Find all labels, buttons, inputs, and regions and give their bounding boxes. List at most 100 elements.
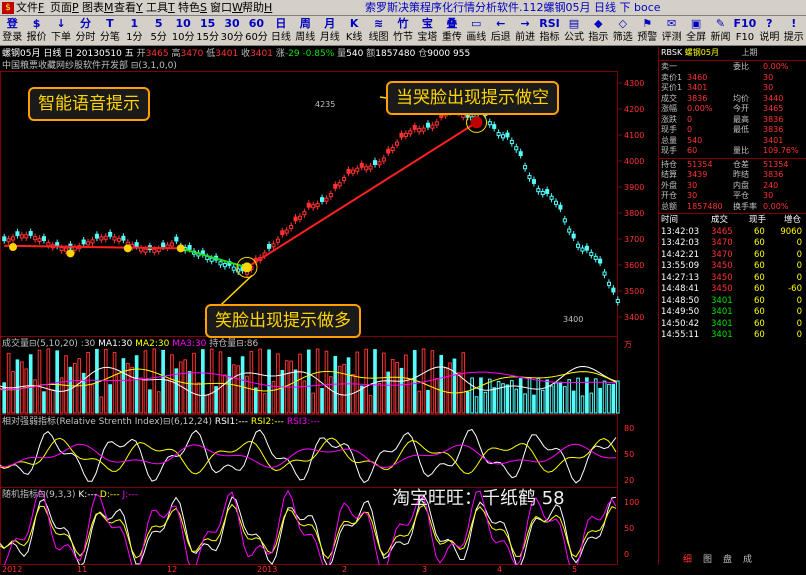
toolbar-button-18[interactable]: 叠重传 <box>440 16 464 46</box>
candle-body <box>218 261 223 266</box>
trade-row[interactable]: 13:42:03 3470 60 0 <box>659 238 806 250</box>
candle-body <box>500 134 506 139</box>
menu-item-5[interactable]: 特色S <box>178 1 207 15</box>
trade-price: 3450 <box>711 272 733 283</box>
toolbar-button-27[interactable]: ✉ 评测 <box>659 16 683 46</box>
toolbar-button-0[interactable]: 登登录 <box>0 16 24 46</box>
toolbar-button-5[interactable]: 1 1分 <box>122 16 146 46</box>
menu-item-1[interactable]: 页面P <box>50 1 79 15</box>
menu-item-4[interactable]: 工具T <box>146 1 175 15</box>
menubar: $ 文件F 页面P 图表M 查看Y 工具T 特色S 窗口W 帮助H 索罗斯决策程序化行情分析软… <box>0 0 806 16</box>
quote-row: 卖一 委比 0.00% <box>659 62 806 73</box>
toolbar-button-10[interactable]: 60 60分 <box>244 16 268 46</box>
trade-row[interactable]: 14:27:13 3450 60 0 <box>659 273 806 285</box>
toolbar-icon: F10 <box>733 17 757 30</box>
volume-bar <box>373 349 377 414</box>
trade-row[interactable]: 14:42:21 3470 60 0 <box>659 250 806 262</box>
menu-label: 特色 <box>178 1 200 14</box>
trade-row[interactable]: 13:42:03 3465 60 9060 <box>659 227 806 239</box>
menu-item-7[interactable]: 帮助H <box>242 1 272 15</box>
panel-tab-0[interactable]: 细 <box>683 555 692 565</box>
smile-face-icon <box>9 243 18 252</box>
toolbar-button-4[interactable]: T 分笔 <box>98 16 122 46</box>
menu-item-2[interactable]: 图表M <box>82 1 114 15</box>
kdj-title: 随机指标 <box>2 490 39 500</box>
panel-tab-2[interactable]: 盘 <box>723 555 732 565</box>
toolbar-button-23[interactable]: ▤ 公式 <box>562 16 586 46</box>
toolbar-button-29[interactable]: ✎ 新闻 <box>708 16 732 46</box>
trade-header: 时间 成交 现手 增仓 <box>659 215 806 227</box>
trade-list[interactable]: 13:42:03 3465 60 9060 13:42:03 3470 60 0 14:42:2… <box>659 227 806 342</box>
toolbar-button-8[interactable]: 15 15分 <box>195 16 219 46</box>
trade-header-vol: 现手 <box>749 215 767 225</box>
panel-tab-3[interactable]: 成 <box>743 555 752 565</box>
toolbar-button-16[interactable]: 竹竹节 <box>391 16 415 46</box>
menu-item-6[interactable]: 窗口W <box>210 1 243 15</box>
quote-row: 总额 1857480 换手率 0.00% <box>659 202 806 213</box>
volume-bar <box>320 388 324 414</box>
toolbar-button-22[interactable]: RSI 指标 <box>537 16 561 46</box>
trade-time: 14:42:21 <box>661 249 700 260</box>
volume-bar <box>589 392 594 414</box>
toolbar-button-7[interactable]: 10 10分 <box>171 16 195 46</box>
trade-row[interactable]: 13:55:09 3450 60 0 <box>659 261 806 273</box>
toolbar-button-17[interactable]: 宝宝塔 <box>415 16 439 46</box>
quote-l2: 均价 <box>733 93 749 103</box>
volume-bar <box>240 356 245 414</box>
toolbar-button-6[interactable]: 5 5分 <box>147 16 171 46</box>
volume-bar <box>576 377 580 414</box>
toolbar-button-21[interactable]: → 前进 <box>513 16 537 46</box>
toolbar-button-13[interactable]: 月月线 <box>318 16 342 46</box>
toolbar-button-20[interactable]: ← 后退 <box>488 16 512 46</box>
toolbar-button-25[interactable]: ◇ 筛选 <box>611 16 635 46</box>
x-axis-tick: 4 <box>497 565 503 574</box>
toolbar-button-32[interactable]: ! 提示 <box>782 16 806 46</box>
menu-accelerator: Y <box>136 1 143 14</box>
toolbar-button-14[interactable]: K K线 <box>342 16 366 46</box>
volume-bar <box>593 378 598 414</box>
candle-body <box>417 128 422 133</box>
trade-price: 3450 <box>711 284 733 294</box>
volume-bar <box>518 378 523 414</box>
trade-row[interactable]: 14:48:50 3401 60 0 <box>659 296 806 308</box>
toolbar-button-15[interactable]: ≋ 线图 <box>366 16 390 46</box>
toolbar-button-30[interactable]: F10 F10 <box>733 16 757 46</box>
toolbar-button-31[interactable]: ? 说明 <box>757 16 781 46</box>
toolbar-button-26[interactable]: ⚑ 预警 <box>635 16 659 46</box>
trade-row[interactable]: 14:48:41 3450 60 -60 <box>659 284 806 296</box>
toolbar-button-28[interactable]: ▣ 全屏 <box>684 16 708 46</box>
trade-row[interactable]: 14:55:11 3401 60 0 <box>659 330 806 342</box>
volume-bar <box>514 388 519 414</box>
quote-v1: 51354 <box>687 159 713 169</box>
volume-bar <box>434 378 439 414</box>
peak-label: 4235 <box>315 100 335 109</box>
volume-bar <box>417 390 421 414</box>
toolbar-button-24[interactable]: ◆ 指示 <box>586 16 610 46</box>
trade-row[interactable]: 14:50:42 3401 60 0 <box>659 319 806 331</box>
smile-face-icon <box>176 244 185 253</box>
rsi-scale-label: 80 <box>624 424 634 433</box>
trade-chg: 0 <box>796 295 802 306</box>
toolbar-icon: ! <box>791 17 797 30</box>
menu-item-3[interactable]: 查看Y <box>114 1 143 15</box>
rsi1-label: RSI1:--- <box>214 417 248 427</box>
toolbar-button-1[interactable]: $ 报价 <box>24 16 48 46</box>
toolbar-icon: ↓ <box>56 17 66 30</box>
toolbar-button-2[interactable]: ↓ 下单 <box>49 16 73 46</box>
toolbar-button-11[interactable]: 日日线 <box>269 16 293 46</box>
toolbar-button-3[interactable]: 分分时 <box>73 16 97 46</box>
info-change-label: 涨 <box>275 49 285 59</box>
toolbar-button-9[interactable]: 30 30分 <box>220 16 244 46</box>
candle-body <box>302 211 307 216</box>
chart-area[interactable]: 4300 4200 4100 4000 3900 3800 3700 3600 3500 3400… <box>0 47 658 565</box>
panel-tab-1[interactable]: 图 <box>703 555 712 565</box>
volume-bar <box>395 361 399 414</box>
volume-bar <box>24 368 29 414</box>
menu-item-0[interactable]: 文件F <box>16 1 44 15</box>
trade-row[interactable]: 14:49:50 3401 60 0 <box>659 307 806 319</box>
volume-bar <box>46 348 51 414</box>
toolbar-button-19[interactable]: ▭ 画线 <box>464 16 488 46</box>
x-axis-tick: 2013 <box>257 565 278 574</box>
toolbar-button-12[interactable]: 周周线 <box>293 16 317 46</box>
x-axis-tick: 11 <box>77 565 88 574</box>
